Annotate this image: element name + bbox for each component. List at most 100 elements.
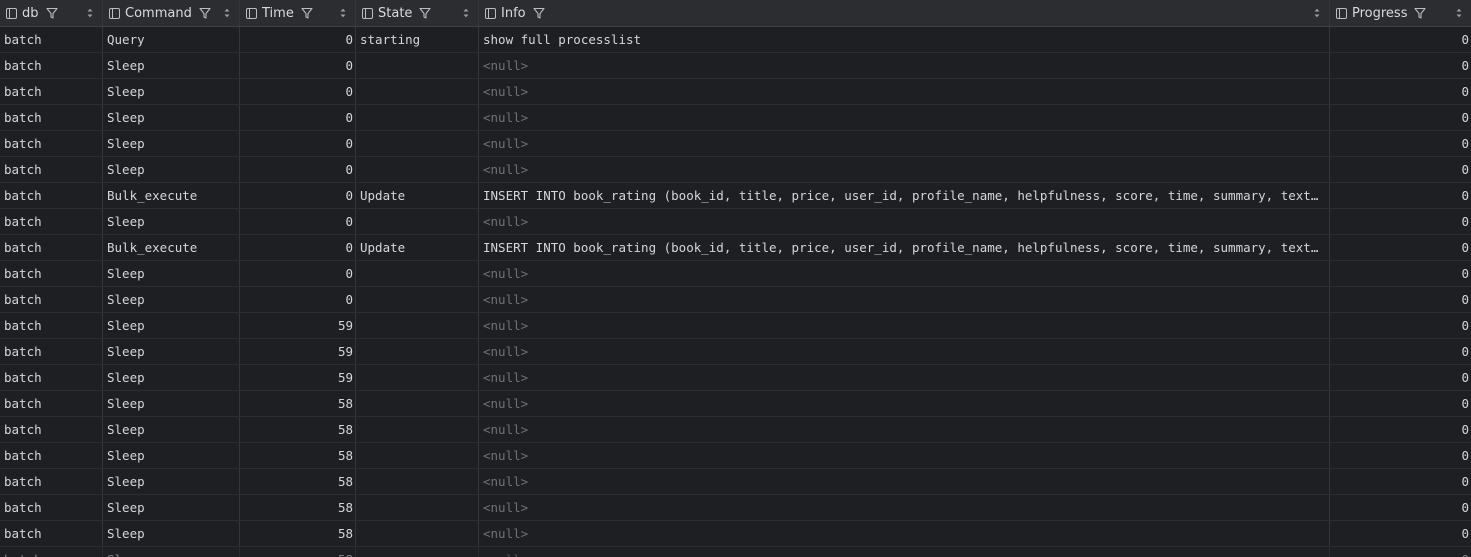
cell-progress[interactable]: 0 [1330,339,1471,364]
cell-db[interactable]: batch [0,547,103,557]
cell-time[interactable]: 58 [240,391,356,416]
cell-state[interactable] [356,391,479,416]
cell-state[interactable]: Update [356,235,479,260]
cell-info[interactable]: <null> [479,313,1330,338]
cell-progress[interactable]: 0 [1330,391,1471,416]
table-row[interactable]: batch Sleep 58 <null> 0 [0,547,1471,557]
cell-db[interactable]: batch [0,157,103,182]
cell-progress[interactable]: 0 [1330,53,1471,78]
cell-command[interactable]: Sleep [103,79,240,104]
cell-db[interactable]: batch [0,261,103,286]
cell-db[interactable]: batch [0,443,103,468]
cell-time[interactable]: 58 [240,443,356,468]
filter-icon[interactable] [1414,7,1427,19]
cell-command[interactable]: Sleep [103,495,240,520]
cell-time[interactable]: 59 [240,365,356,390]
cell-time[interactable]: 58 [240,547,356,557]
cell-progress[interactable]: 0 [1330,287,1471,312]
cell-info[interactable]: <null> [479,365,1330,390]
table-row[interactable]: batch Sleep 0 <null> 0 [0,157,1471,183]
table-row[interactable]: batch Sleep 58 <null> 0 [0,443,1471,469]
cell-command[interactable]: Bulk_execute [103,235,240,260]
sort-icon[interactable] [1313,7,1321,19]
cell-db[interactable]: batch [0,105,103,130]
column-header-state[interactable]: State [356,0,479,26]
table-row[interactable]: batch Sleep 0 <null> 0 [0,79,1471,105]
cell-state[interactable] [356,547,479,557]
cell-progress[interactable]: 0 [1330,105,1471,130]
cell-state[interactable] [356,131,479,156]
cell-progress[interactable]: 0 [1330,495,1471,520]
cell-state[interactable] [356,261,479,286]
cell-db[interactable]: batch [0,521,103,546]
cell-state[interactable] [356,79,479,104]
cell-progress[interactable]: 0 [1330,261,1471,286]
cell-state[interactable] [356,287,479,312]
cell-db[interactable]: batch [0,365,103,390]
table-row[interactable]: batch Sleep 59 <null> 0 [0,365,1471,391]
cell-state[interactable] [356,417,479,442]
cell-time[interactable]: 0 [240,27,356,52]
cell-command[interactable]: Sleep [103,365,240,390]
cell-state[interactable] [356,313,479,338]
cell-info[interactable]: <null> [479,131,1330,156]
sort-icon[interactable] [1455,7,1463,19]
cell-command[interactable]: Sleep [103,313,240,338]
cell-db[interactable]: batch [0,131,103,156]
cell-time[interactable]: 59 [240,313,356,338]
cell-db[interactable]: batch [0,183,103,208]
column-header-db[interactable]: db [0,0,103,26]
cell-command[interactable]: Bulk_execute [103,183,240,208]
cell-time[interactable]: 0 [240,261,356,286]
filter-icon[interactable] [301,7,313,19]
cell-progress[interactable]: 0 [1330,235,1471,260]
cell-time[interactable]: 0 [240,235,356,260]
filter-icon[interactable] [533,7,545,19]
table-row[interactable]: batch Sleep 0 <null> 0 [0,131,1471,157]
cell-command[interactable]: Sleep [103,209,240,234]
cell-info[interactable]: show full processlist [479,27,1330,52]
cell-progress[interactable]: 0 [1330,183,1471,208]
cell-time[interactable]: 0 [240,53,356,78]
cell-info[interactable]: <null> [479,209,1330,234]
table-row[interactable]: batch Sleep 0 <null> 0 [0,209,1471,235]
sort-icon[interactable] [86,7,94,19]
cell-info[interactable]: <null> [479,157,1330,182]
cell-progress[interactable]: 0 [1330,131,1471,156]
cell-info[interactable]: INSERT INTO book_rating (book_id, title,… [479,235,1330,260]
cell-state[interactable] [356,209,479,234]
cell-progress[interactable]: 0 [1330,79,1471,104]
cell-progress[interactable]: 0 [1330,157,1471,182]
cell-db[interactable]: batch [0,235,103,260]
cell-time[interactable]: 59 [240,339,356,364]
cell-info[interactable]: <null> [479,79,1330,104]
cell-db[interactable]: batch [0,53,103,78]
cell-command[interactable]: Sleep [103,443,240,468]
cell-db[interactable]: batch [0,27,103,52]
cell-state[interactable] [356,53,479,78]
cell-progress[interactable]: 0 [1330,209,1471,234]
column-header-command[interactable]: Command [103,0,240,26]
cell-info[interactable]: <null> [479,469,1330,494]
cell-db[interactable]: batch [0,209,103,234]
cell-command[interactable]: Sleep [103,53,240,78]
filter-icon[interactable] [419,7,431,19]
cell-time[interactable]: 58 [240,417,356,442]
cell-info[interactable]: <null> [479,443,1330,468]
cell-progress[interactable]: 0 [1330,365,1471,390]
column-header-info[interactable]: Info [479,0,1330,26]
cell-command[interactable]: Sleep [103,287,240,312]
cell-command[interactable]: Query [103,27,240,52]
table-row[interactable]: batch Sleep 0 <null> 0 [0,105,1471,131]
cell-info[interactable]: <null> [479,287,1330,312]
cell-command[interactable]: Sleep [103,547,240,557]
table-row[interactable]: batch Sleep 58 <null> 0 [0,391,1471,417]
cell-db[interactable]: batch [0,339,103,364]
cell-progress[interactable]: 0 [1330,469,1471,494]
table-row[interactable]: batch Bulk_execute 0 Update INSERT INTO book… [0,235,1471,261]
cell-time[interactable]: 0 [240,157,356,182]
cell-command[interactable]: Sleep [103,261,240,286]
cell-time[interactable]: 58 [240,521,356,546]
cell-time[interactable]: 0 [240,105,356,130]
cell-info[interactable]: <null> [479,339,1330,364]
